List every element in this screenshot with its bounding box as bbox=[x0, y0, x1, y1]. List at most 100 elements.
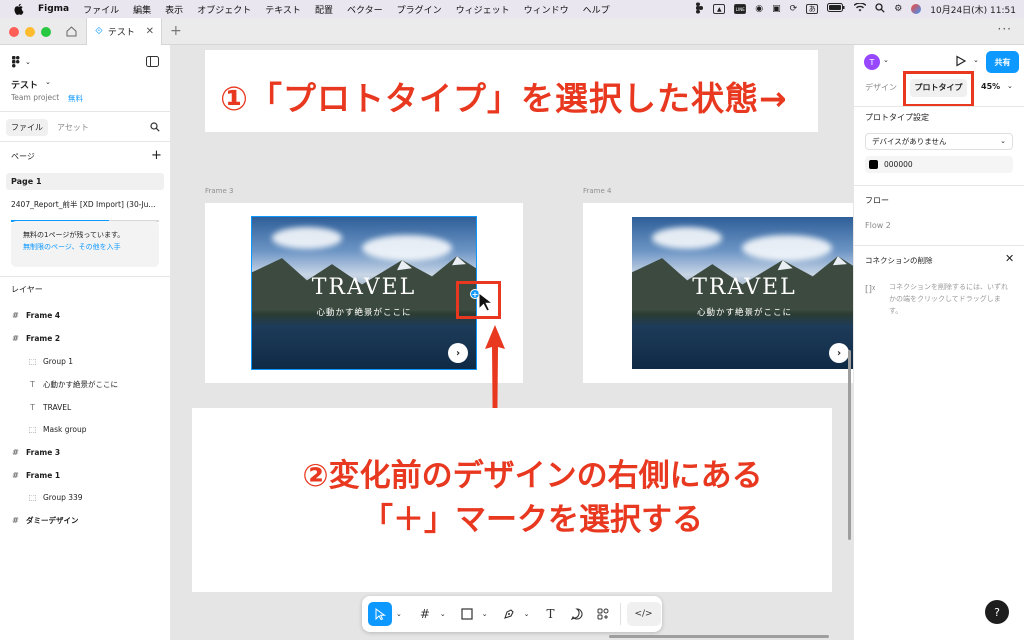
travel-card-frame-4[interactable]: TRAVEL 心動かす絶景がここに › bbox=[632, 217, 853, 369]
menu-view[interactable]: 表示 bbox=[165, 3, 183, 16]
layer-text-subtitle[interactable]: T 心動かす絶景がここに bbox=[28, 377, 118, 391]
frame-3-label[interactable]: Frame 3 bbox=[205, 187, 234, 195]
background-color-value[interactable]: 000000 bbox=[884, 160, 913, 169]
menu-widgets[interactable]: ウィジェット bbox=[456, 3, 510, 16]
figma-status-icon[interactable] bbox=[695, 2, 704, 17]
next-arrow-button[interactable]: › bbox=[448, 343, 468, 363]
layer-dummy-design[interactable]: # ダミーデザイン bbox=[11, 513, 78, 527]
close-window-button[interactable] bbox=[9, 27, 19, 37]
avatar[interactable]: T bbox=[864, 54, 880, 70]
layer-label: Group 339 bbox=[43, 492, 83, 502]
spotlight-search-icon[interactable] bbox=[875, 2, 885, 16]
battery-icon[interactable] bbox=[827, 3, 845, 15]
home-icon[interactable] bbox=[60, 22, 82, 40]
new-tab-icon[interactable]: + bbox=[170, 23, 182, 39]
horizontal-scrollbar[interactable] bbox=[609, 635, 829, 638]
layer-frame-2[interactable]: # Frame 2 bbox=[11, 331, 60, 345]
zoom-caret-icon[interactable]: ⌄ bbox=[1007, 82, 1013, 90]
menu-arrange[interactable]: 配置 bbox=[315, 3, 333, 16]
team-name[interactable]: Team project bbox=[11, 93, 59, 102]
frame-tool-caret-icon[interactable]: ⌄ bbox=[440, 610, 446, 618]
shape-tool-caret-icon[interactable]: ⌄ bbox=[482, 610, 488, 618]
menu-text[interactable]: テキスト bbox=[265, 3, 301, 16]
actions-tool-button[interactable] bbox=[592, 602, 614, 626]
canvas[interactable]: ①「プロトタイプ」を選択した状態→ Frame 3 TRAVEL 心動かす絶景が… bbox=[172, 45, 853, 640]
tab-assets[interactable]: アセット bbox=[52, 119, 94, 136]
present-caret-icon[interactable]: ⌄ bbox=[973, 56, 979, 64]
background-color-field[interactable]: 000000 bbox=[865, 156, 1013, 173]
control-center-icon[interactable]: ⚙ bbox=[894, 4, 902, 14]
annotation-frame-bottom[interactable]: ②変化前のデザインの右側にある 「＋」マークを選択する bbox=[192, 408, 832, 592]
layer-frame-1[interactable]: # Frame 1 bbox=[11, 468, 60, 482]
comment-tool-button[interactable] bbox=[566, 602, 588, 626]
vertical-scrollbar[interactable] bbox=[848, 350, 851, 540]
move-tool-caret-icon[interactable]: ⌄ bbox=[396, 610, 402, 618]
pen-tool-button[interactable] bbox=[498, 602, 520, 626]
menu-object[interactable]: オブジェクト bbox=[197, 3, 251, 16]
color-swatch[interactable] bbox=[869, 160, 878, 169]
frame-tool-button[interactable]: # bbox=[414, 602, 436, 626]
text-tool-button[interactable]: T bbox=[540, 602, 562, 626]
menubar-clock[interactable]: 10月24日(木) 11:51 bbox=[930, 3, 1016, 16]
pen-tool-caret-icon[interactable]: ⌄ bbox=[524, 610, 530, 618]
line-app-icon[interactable]: LINE bbox=[734, 4, 747, 14]
document-tab[interactable]: ⟐ テスト ✕ bbox=[86, 18, 162, 45]
maximize-window-button[interactable] bbox=[41, 27, 51, 37]
callout-plus-line2: 「＋」マークを選択する bbox=[362, 502, 703, 538]
layer-frame-4[interactable]: # Frame 4 bbox=[11, 308, 60, 322]
tab-design[interactable]: デザイン bbox=[865, 82, 897, 93]
plan-badge[interactable]: 無料 bbox=[68, 93, 83, 104]
avatar-caret-icon[interactable]: ⌄ bbox=[883, 56, 889, 64]
menu-help[interactable]: ヘルプ bbox=[583, 3, 610, 16]
share-button[interactable]: 共有 bbox=[986, 51, 1019, 73]
menu-vector[interactable]: ベクター bbox=[347, 3, 383, 16]
menu-file[interactable]: ファイル bbox=[83, 3, 119, 16]
layer-frame-3[interactable]: # Frame 3 bbox=[11, 445, 60, 459]
layer-search-icon[interactable] bbox=[150, 122, 160, 134]
device-select[interactable]: デバイスがありません ⌄ bbox=[865, 133, 1013, 150]
play-status-icon[interactable]: ◉ bbox=[755, 4, 763, 14]
layer-text-travel[interactable]: T TRAVEL bbox=[28, 400, 71, 414]
move-tool-button[interactable] bbox=[368, 602, 392, 626]
frame-icon: # bbox=[12, 333, 19, 343]
wifi-icon[interactable] bbox=[853, 2, 867, 15]
toggle-sidebar-icon[interactable] bbox=[146, 56, 159, 69]
tab-file[interactable]: ファイル bbox=[6, 119, 48, 136]
layer-group-1[interactable]: ⬚ Group 1 bbox=[28, 354, 73, 368]
more-options-icon[interactable]: ··· bbox=[998, 22, 1012, 36]
input-mode-icon[interactable]: あ bbox=[806, 4, 819, 14]
help-button[interactable]: ? bbox=[985, 600, 1009, 624]
close-tab-icon[interactable]: ✕ bbox=[146, 26, 154, 37]
dev-mode-toggle-icon[interactable]: </> bbox=[626, 602, 661, 626]
travel-card-frame-3[interactable]: TRAVEL 心動かす絶景がここに › bbox=[251, 216, 477, 370]
next-arrow-button[interactable]: › bbox=[829, 343, 849, 363]
siri-icon[interactable] bbox=[911, 4, 922, 14]
page-item-page-1[interactable]: Page 1 bbox=[6, 173, 164, 190]
add-page-icon[interactable]: + bbox=[151, 148, 162, 163]
page-item-report[interactable]: 2407_Report_前半 [XD Import] (30-Ju... bbox=[11, 199, 156, 210]
menu-app-name[interactable]: Figma bbox=[38, 4, 69, 14]
zoom-level[interactable]: 45% bbox=[981, 82, 1000, 91]
flow-item[interactable]: Flow 2 bbox=[865, 221, 891, 230]
prototype-file-icon: ⟐ bbox=[95, 26, 103, 37]
annotation-frame-top[interactable]: ①「プロトタイプ」を選択した状態→ bbox=[205, 50, 818, 132]
menu-caret-icon[interactable]: ⌄ bbox=[25, 58, 31, 66]
menu-plugins[interactable]: プラグイン bbox=[397, 3, 442, 16]
menu-edit[interactable]: 編集 bbox=[133, 3, 151, 16]
file-name-caret-icon[interactable]: ⌄ bbox=[45, 78, 51, 86]
present-play-icon[interactable] bbox=[955, 55, 967, 69]
apple-menu-icon[interactable] bbox=[14, 3, 28, 15]
sync-icon[interactable]: ⟳ bbox=[790, 4, 798, 14]
menu-window[interactable]: ウィンドウ bbox=[524, 3, 569, 16]
drive-icon[interactable]: ▲ bbox=[713, 4, 726, 14]
layer-mask-group[interactable]: ⬚ Mask group bbox=[28, 422, 87, 436]
main-menu-icon[interactable] bbox=[11, 55, 21, 71]
layer-group-339[interactable]: ⬚ Group 339 bbox=[28, 490, 83, 504]
upgrade-link[interactable]: 無制限のページ、その他を入手 bbox=[23, 241, 159, 253]
shape-tool-button[interactable] bbox=[456, 602, 478, 626]
close-icon[interactable]: ✕ bbox=[1005, 252, 1014, 265]
minimize-window-button[interactable] bbox=[25, 27, 35, 37]
frame-4-label[interactable]: Frame 4 bbox=[583, 187, 612, 195]
screen-record-icon[interactable]: ▣ bbox=[772, 4, 781, 14]
file-name[interactable]: テスト bbox=[11, 78, 38, 91]
